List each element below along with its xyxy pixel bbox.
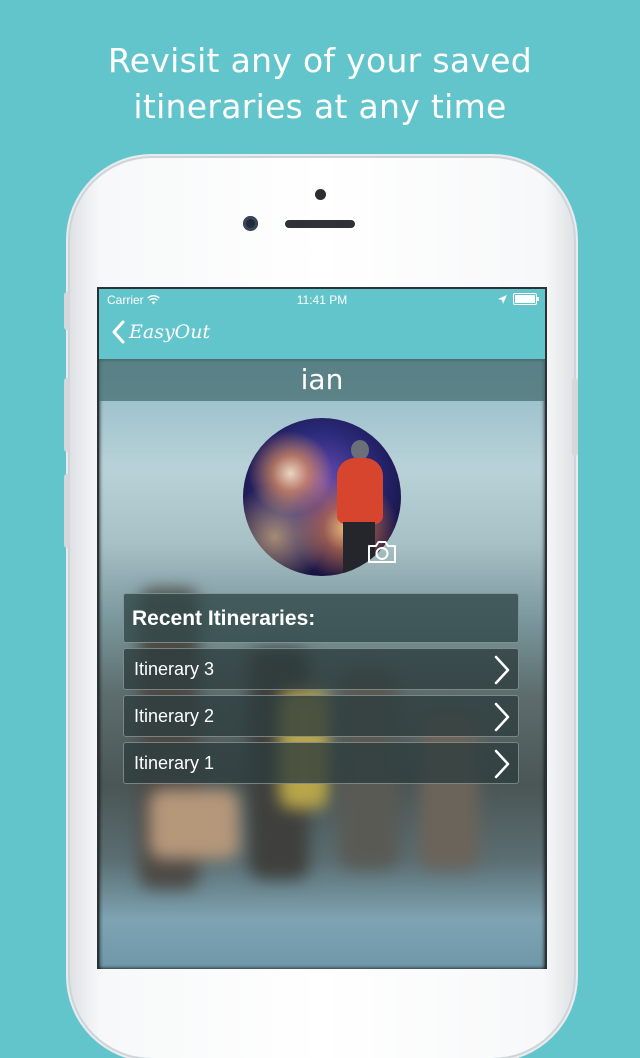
battery-icon [513,293,539,305]
phone-screen: Carrier 11:41 PM EasyOut ian Recent Itin… [97,287,547,969]
itinerary-label: Itinerary 3 [134,659,215,679]
status-time: 11:41 PM [296,293,348,307]
chevron-right-icon [494,702,510,732]
earpiece-speaker [285,220,355,228]
itinerary-row[interactable]: Itinerary 3 [123,648,519,690]
promo-line-2: itineraries at any time [133,87,507,126]
mute-switch [64,292,70,330]
itinerary-row[interactable]: Itinerary 1 [123,742,519,784]
background-building [149,789,239,859]
username-banner: ian [99,359,545,401]
promo-line-1: Revisit any of your saved [107,41,533,80]
itinerary-label: Itinerary 2 [134,706,215,726]
front-camera [243,216,258,231]
promo-headline: Revisit any of your saved itineraries at… [0,38,640,130]
recent-itineraries-header: Recent Itineraries: [123,593,519,643]
chevron-right-icon [494,655,510,685]
location-arrow-icon [498,294,507,304]
back-button-label: EasyOut [129,321,211,343]
avatar-person-jacket [337,458,383,524]
itinerary-row[interactable]: Itinerary 2 [123,695,519,737]
itinerary-label: Itinerary 1 [134,753,215,773]
status-bar: Carrier 11:41 PM [99,289,545,311]
itinerary-list: Recent Itineraries: Itinerary 3 Itinerar… [123,593,519,784]
back-chevron-icon [112,320,125,344]
navigation-bar: EasyOut [99,311,545,359]
volume-up-button [64,378,70,452]
chevron-right-icon [494,749,510,779]
status-right [498,293,539,305]
username-label: ian [300,363,344,396]
camera-icon[interactable] [366,539,398,570]
volume-down-button [64,474,70,548]
back-button[interactable]: EasyOut [111,320,210,344]
proximity-sensor [315,189,326,200]
avatar-person-head [351,440,369,460]
power-button [572,378,578,456]
